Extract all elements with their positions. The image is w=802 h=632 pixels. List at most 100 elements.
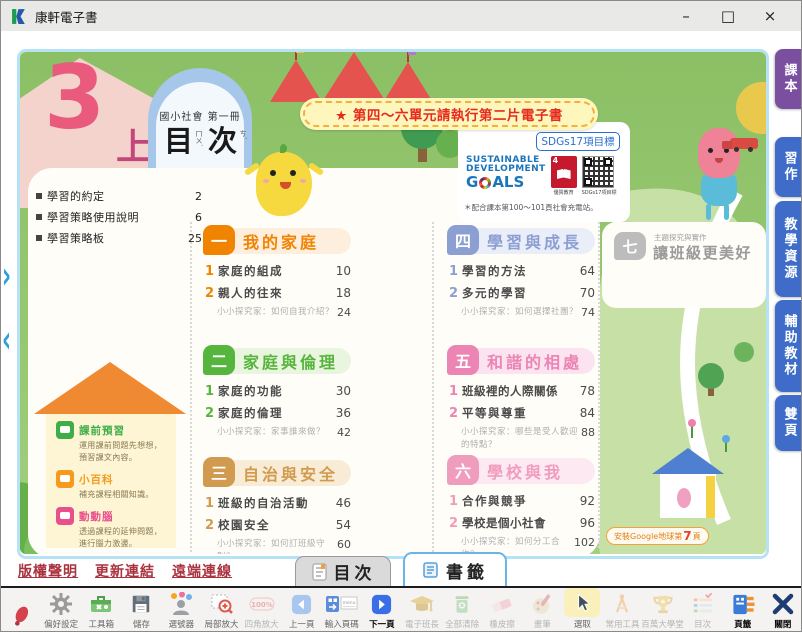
bookmark-tab-icon <box>422 561 440 579</box>
toolbar-class-monitor[interactable]: 電子班長 <box>402 588 442 632</box>
sdgs-ring-icon <box>479 177 491 189</box>
series-label: 國小社會 第一冊 <box>156 108 244 123</box>
tab-bookmarks[interactable]: 書籤 <box>403 552 507 586</box>
toolbar-common-tools[interactable]: 常用工具 <box>602 588 642 632</box>
toolbar-preferences[interactable]: 偏好設定 <box>41 588 81 632</box>
lesson-row[interactable]: 1 班級裡的人際關係 78 <box>449 383 595 399</box>
toolbar-save[interactable]: 儲存 <box>121 588 161 632</box>
unit-7-number-badge: 七 <box>614 232 646 260</box>
laser-pointer-icon <box>10 603 32 629</box>
toolbar-number-picker[interactable]: 選號器 <box>161 588 201 632</box>
sdg4-block: 4 優質教育 <box>551 156 577 196</box>
lesson-row[interactable]: 2 親人的往來 18 <box>205 285 351 301</box>
toolbar-zoom-area[interactable]: 局部放大 <box>201 588 241 632</box>
tab-textbook[interactable]: 課本 <box>775 49 802 109</box>
truck-art <box>730 138 758 149</box>
svg-text:100%: 100% <box>251 601 273 609</box>
unit-7-title[interactable]: 讓班級更美好 <box>653 242 752 263</box>
lesson-row[interactable]: 1 家庭的組成 10 <box>205 263 351 279</box>
toolbar-prev-page[interactable]: 上一頁 <box>282 588 322 632</box>
update-link[interactable]: 更新連結 <box>95 561 155 581</box>
explore-row[interactable]: 小小探究家：哪些是受人歡迎的特點？ 88 <box>461 426 595 452</box>
minimize-button[interactable]: – <box>665 1 707 31</box>
toolbar-quiz-academy[interactable]: 百萬大學堂 <box>643 588 683 632</box>
close-x-icon <box>771 591 795 617</box>
legend-icon <box>56 421 74 439</box>
prev-page-icon <box>290 591 313 617</box>
toc-char: 目 <box>164 126 193 158</box>
footer-links: 版權聲明 更新連結 遠端連線 <box>18 561 232 581</box>
toolbar-paint-brush[interactable]: 畫筆 <box>522 588 562 632</box>
toc-ruby: ㄇㄨˋ <box>194 130 204 148</box>
google-earth-pill[interactable]: 安裝Google地球 第 7 頁 <box>606 527 709 545</box>
toolbar-clear-all[interactable]: 全部清除 <box>442 588 482 632</box>
copyright-link[interactable]: 版權聲明 <box>18 561 78 581</box>
toolbar-page-input[interactable]: menu 輸入頁碼 <box>322 588 362 632</box>
lesson-row[interactable]: 1 合作與競爭 92 <box>449 493 595 509</box>
toolbar-laser-pointer[interactable] <box>1 588 41 632</box>
page-forward-arrow[interactable]: › <box>2 259 11 296</box>
bottom-toolbar: 偏好設定 工具箱 儲存 選號器 局部放大 100% 四角放大 <box>1 586 802 632</box>
select-cursor-icon <box>564 588 600 617</box>
toolbar-eraser[interactable]: 橡皮擦 <box>482 588 522 632</box>
next-page-icon <box>370 591 393 617</box>
unit-number-badge: 一 <box>203 225 235 255</box>
qr-block: SDGs17項目標 <box>582 156 617 196</box>
tab-auxiliary-materials[interactable]: 輔助教材 <box>775 300 802 392</box>
lesson-row[interactable]: 2 學校是個小社會 96 <box>449 515 595 531</box>
unit-1-section: 我的家庭 一 1 家庭的組成 10 2 親人的往來 18 小小探究家：如何自 <box>203 225 351 319</box>
toolbar-close[interactable]: 關閉 <box>763 588 802 632</box>
sdgs-goals-button[interactable]: SDGs17項目標 <box>536 132 620 151</box>
tab-teaching-resources[interactable]: 教學資源 <box>775 201 802 297</box>
close-button[interactable]: × <box>749 1 791 31</box>
lesson-row[interactable]: 1 班級的自治活動 46 <box>205 495 351 511</box>
sdgs-goals-text: ALS <box>492 175 524 191</box>
toolbox-icon <box>89 591 113 617</box>
qr-code <box>582 156 614 188</box>
toolbar-zoom-corners[interactable]: 100% 四角放大 <box>242 588 282 632</box>
lesson-row[interactable]: 2 家庭的倫理 36 <box>205 405 351 421</box>
unit-5-section: 和諧的相處 五 1 班級裡的人際關係 78 2 平等與尊重 84 小小探究家 <box>447 345 595 452</box>
lesson-row[interactable]: 1 學習的方法 64 <box>449 263 595 279</box>
notice-banner: ★ 第四～六單元請執行第二片電子書 <box>300 98 598 130</box>
bullet-icon <box>36 214 42 220</box>
maximize-button[interactable]: □ <box>707 1 749 31</box>
toc-char: 次 <box>208 126 237 158</box>
legend-item: 動動腦 透過課程的延伸問題，進行腦力激盪。 <box>56 507 168 550</box>
app-logo-icon <box>11 8 28 25</box>
lesson-row[interactable]: 2 校園安全 54 <box>205 517 351 533</box>
lesson-row[interactable]: 2 多元的學習 70 <box>449 285 595 301</box>
explore-row[interactable]: 小小探究家：如何訂班級守則？ 60 <box>217 538 351 554</box>
svg-text:menu: menu <box>342 601 355 606</box>
tab-double-page[interactable]: 雙頁 <box>775 395 802 451</box>
remote-connection-link[interactable]: 遠端連線 <box>172 561 232 581</box>
explore-row[interactable]: 小小探究家：家事誰來做？ 42 <box>217 426 351 439</box>
toc-heading: 目 ㄇㄨˋ 次 ㄘˋ <box>164 126 252 158</box>
unit-4-section: 學習與成長 四 1 學習的方法 64 2 多元的學習 70 小小探究家：如何 <box>447 225 595 319</box>
toolbar-select[interactable]: 選取 <box>562 588 602 632</box>
trophy-icon <box>651 591 675 617</box>
legend-icon <box>56 507 74 525</box>
column-divider <box>432 222 434 552</box>
toolbar-toc[interactable]: 目次 <box>683 588 723 632</box>
toolbar-next-page[interactable]: 下一頁 <box>362 588 402 632</box>
zoom-corners-icon: 100% <box>249 591 275 617</box>
page-back-arrow[interactable]: ‹ <box>2 323 11 360</box>
legend-item: 小百科 補充課程相關知識。 <box>56 470 168 501</box>
tab-toc[interactable]: 目次 <box>295 556 391 586</box>
window-title: 康軒電子書 <box>35 7 98 26</box>
bullet-icon <box>36 193 42 199</box>
explore-row[interactable]: 小小探究家：如何自我介紹？ 24 <box>217 306 351 319</box>
toolbar-toolbox[interactable]: 工具箱 <box>81 588 121 632</box>
unit-2-section: 家庭與倫理 二 1 家庭的功能 30 2 家庭的倫理 36 小小探究家：家事 <box>203 345 351 439</box>
front-matter-list: 學習的約定 2 學習策略使用說明 6 學習策略板 25 <box>36 188 202 251</box>
lesson-row[interactable]: 2 平等與尊重 84 <box>449 405 595 421</box>
legend-house: 課前預習 運用課前問題先想想，預習課文內容。 小百科 補充課程相關知識。 <box>46 414 176 548</box>
lesson-row[interactable]: 1 家庭的功能 30 <box>205 383 351 399</box>
unit-number-badge: 三 <box>203 457 235 487</box>
tab-workbook[interactable]: 習作 <box>775 137 802 197</box>
zoom-area-icon <box>210 591 234 617</box>
compass-icon <box>611 591 633 617</box>
explore-row[interactable]: 小小探究家：如何選擇社團？ 74 <box>461 306 595 319</box>
toolbar-page-tabs[interactable]: 頁籤 <box>723 588 763 632</box>
